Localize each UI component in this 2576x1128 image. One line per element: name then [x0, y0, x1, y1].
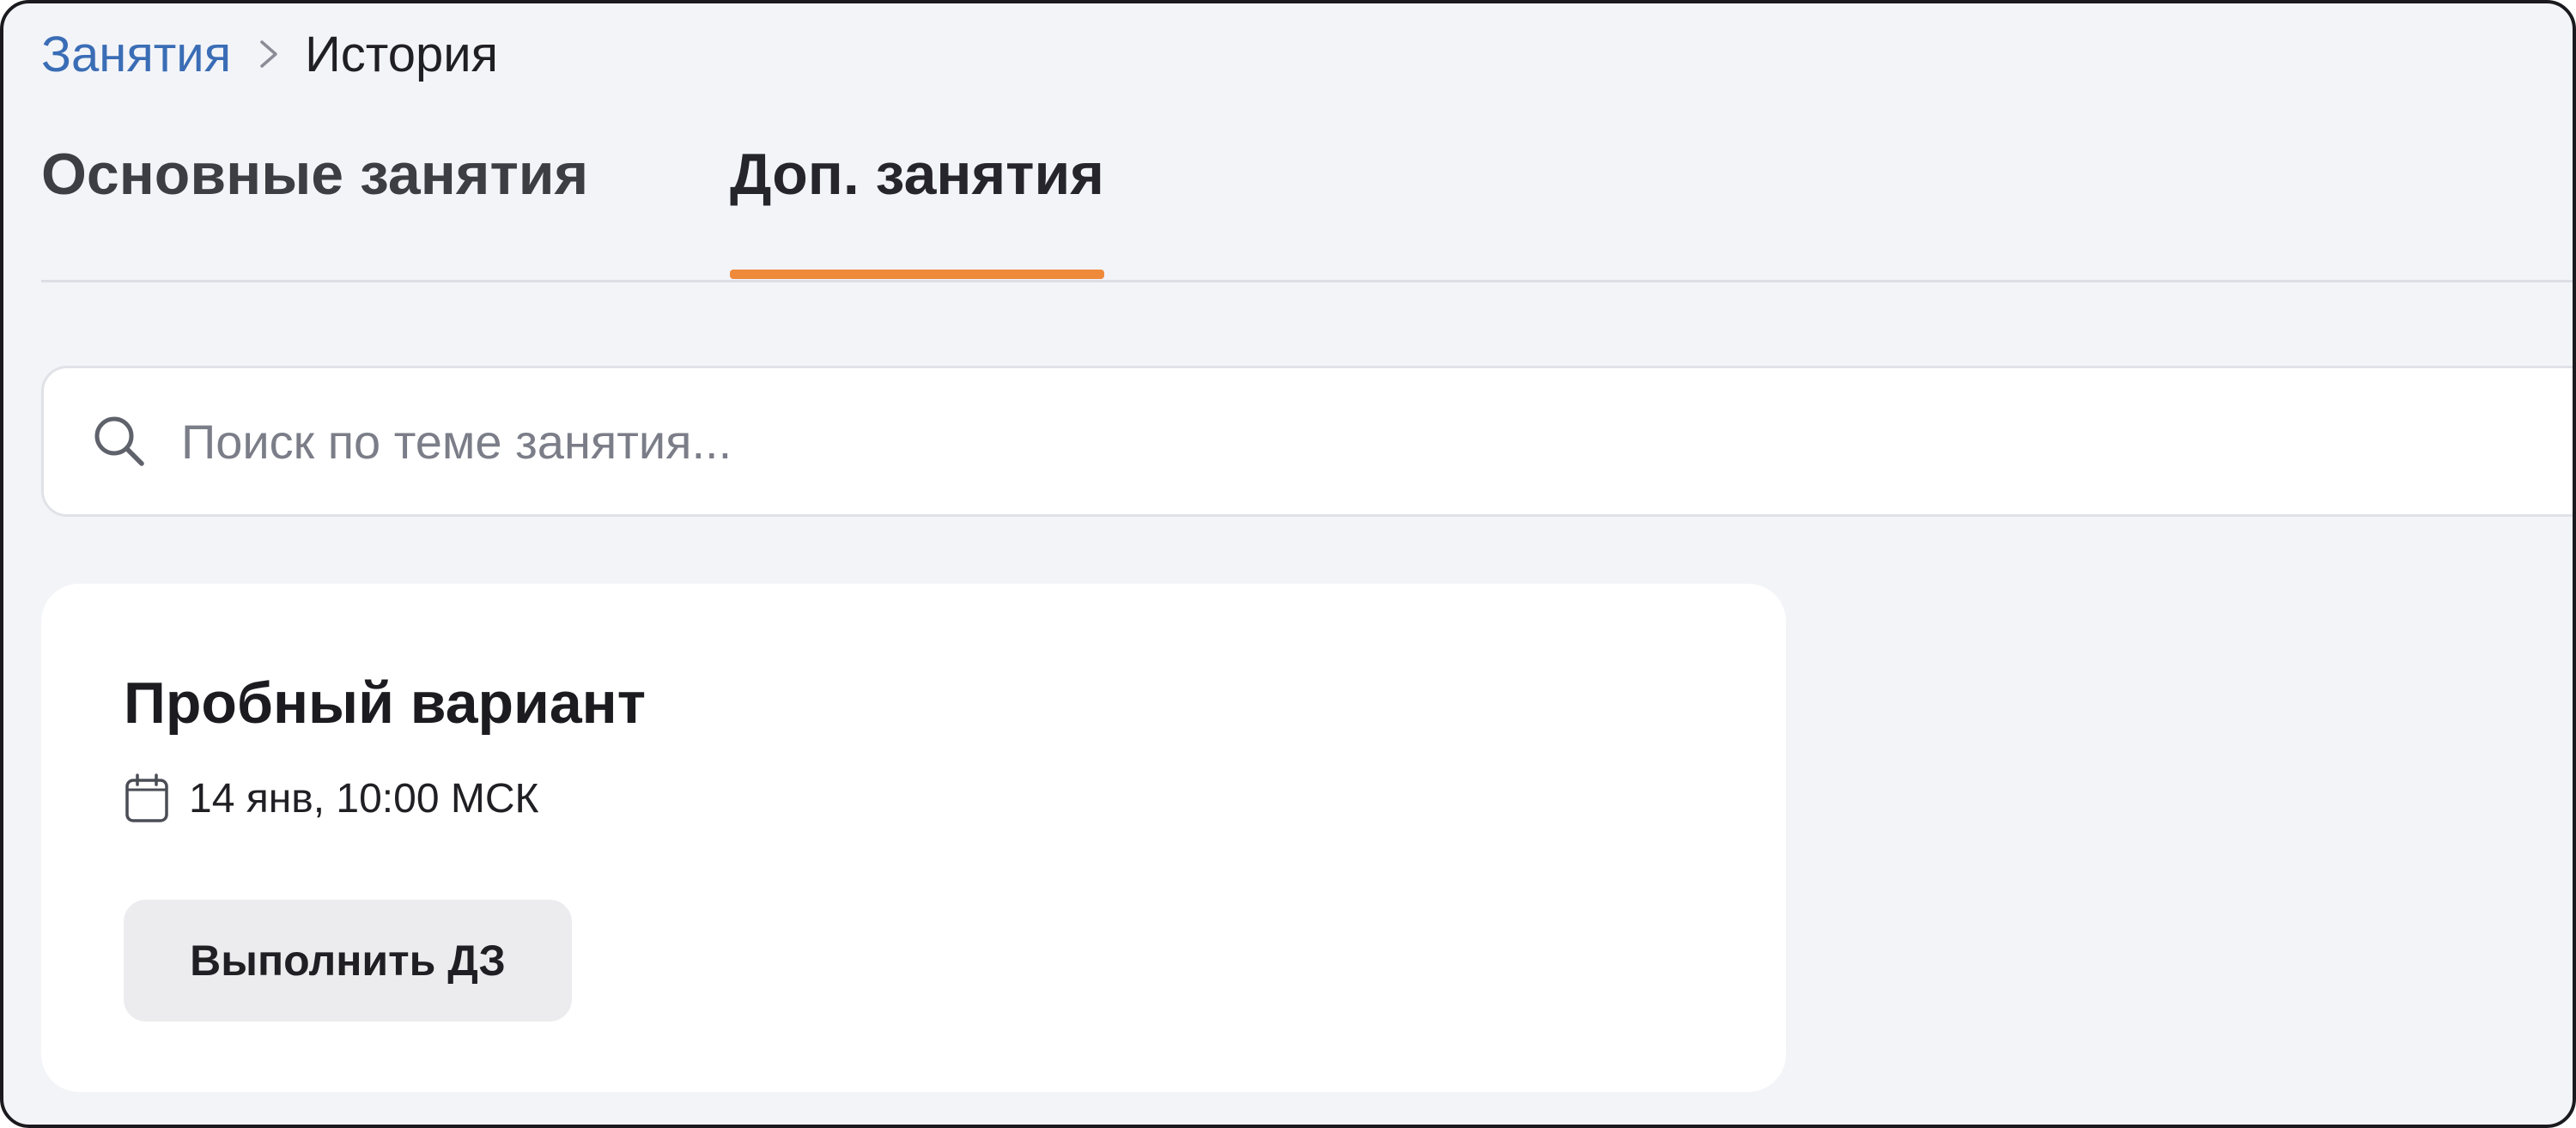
search-icon: [94, 416, 144, 466]
active-tab-indicator: [730, 270, 1104, 279]
tab-extra-lessons[interactable]: Доп. занятия: [730, 141, 1104, 279]
breadcrumb-current: История: [305, 26, 499, 82]
lesson-date-text: 14 янв, 10:00 МСК: [189, 775, 539, 822]
tabs-divider: [41, 280, 2573, 282]
lesson-card: Пробный вариант 14 янв, 10:00 МСК Выполн…: [41, 584, 1786, 1092]
search-box[interactable]: [41, 366, 2573, 517]
app-window: Занятия История Основные занятия Доп. за…: [0, 0, 2576, 1128]
calendar-icon: [125, 773, 168, 822]
search-input[interactable]: [181, 413, 1727, 470]
breadcrumb: Занятия История: [41, 24, 498, 84]
breadcrumb-link-lessons[interactable]: Занятия: [41, 26, 231, 83]
tab-extra-lessons-label: Доп. занятия: [730, 142, 1104, 207]
chevron-right-icon: [260, 40, 277, 68]
tab-main-lessons[interactable]: Основные занятия: [41, 141, 659, 278]
lesson-title: Пробный вариант: [124, 670, 647, 736]
tabs: Основные занятия Доп. занятия: [41, 141, 1104, 279]
do-homework-button[interactable]: Выполнить ДЗ: [124, 900, 572, 1022]
lesson-date: 14 янв, 10:00 МСК: [124, 771, 538, 826]
